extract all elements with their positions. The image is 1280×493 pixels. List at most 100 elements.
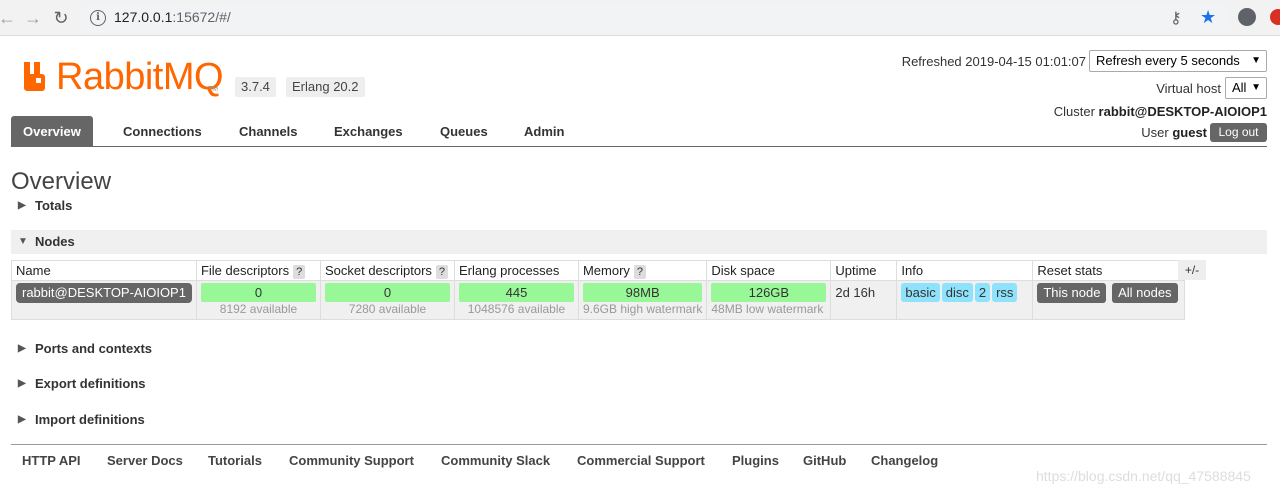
disk-bar: 126GB [711,283,827,302]
col-erlang-processes: Erlang processes [453,260,579,281]
url-path: :15672/#/ [172,9,231,25]
refresh-interval-value: Refresh every 5 seconds [1096,53,1240,68]
footer-link-community-support[interactable]: Community Support [289,453,414,468]
section-nodes-label: Nodes [35,234,75,249]
reset-this-node-button[interactable]: This node [1037,283,1107,303]
tab-connections[interactable]: Connections [111,116,214,147]
fd-cell: 0 8192 available [195,280,321,320]
section-totals[interactable]: ▶ Totals [11,194,1267,218]
chevron-down-icon: ▼ [1251,82,1261,93]
footer-link-tutorials[interactable]: Tutorials [208,453,262,468]
col-disk-space: Disk space [706,260,832,281]
address-bar[interactable]: i 127.0.0.1:15672/#/ ⚷ ★ [80,4,1230,32]
account-icon[interactable] [1238,8,1256,26]
caret-right-icon: ▶ [18,378,26,389]
site-info-icon[interactable]: i [90,10,106,26]
bookmark-star-icon[interactable]: ★ [1200,7,1216,28]
ep-cell: 445 1048576 available [453,280,579,320]
disk-watermark: 48MB low watermark [711,302,824,316]
page-title: Overview [11,168,112,195]
back-icon[interactable]: ← [0,7,18,29]
section-import[interactable]: ▶ Import definitions [11,408,1267,432]
table-row: rabbit@DESKTOP-AIOIOP1 0 8192 available … [11,280,1185,320]
footer-link-plugins[interactable]: Plugins [732,453,779,468]
col-memory-label: Memory [582,262,630,278]
refreshed-timestamp: Refreshed 2019-04-15 01:01:07 [901,54,1086,69]
tab-admin[interactable]: Admin [512,116,576,147]
chevron-down-icon: ▼ [1251,55,1261,66]
ep-bar: 445 [458,283,574,302]
section-import-label: Import definitions [35,412,145,427]
rabbitmq-logo-icon [24,62,45,91]
col-socket-descriptors: Socket descriptors? [319,260,455,281]
sd-cell: 0 7280 available [319,280,455,320]
footer-link-commercial-support[interactable]: Commercial Support [577,453,705,468]
tab-overview[interactable]: Overview [11,116,93,147]
erlang-version-badge: Erlang 20.2 [286,77,365,97]
memory-cell: 98MB 9.6GB high watermark [577,280,708,320]
caret-down-icon: ▼ [18,236,28,247]
help-button[interactable]: ? [293,264,306,279]
help-button[interactable]: ? [435,264,449,279]
footer-link-http-api[interactable]: HTTP API [22,453,81,468]
section-ports[interactable]: ▶ Ports and contexts [11,337,1267,361]
fd-available: 8192 available [219,302,298,316]
section-export-label: Export definitions [35,376,146,391]
info-badge-basic: basic [901,283,940,302]
help-button[interactable]: ? [633,264,647,279]
nodes-table: Name File descriptors? Socket descriptor… [11,260,1185,320]
caret-right-icon: ▶ [18,414,26,425]
tab-exchanges[interactable]: Exchanges [322,116,415,147]
logo-text: RabbitMQ [56,56,224,98]
node-name-cell: rabbit@DESKTOP-AIOIOP1 [11,280,197,320]
info-badge-disc: disc [941,283,973,302]
col-reset-stats: Reset stats [1032,260,1185,281]
col-name: Name [11,260,197,281]
node-name-link[interactable]: rabbit@DESKTOP-AIOIOP1 [16,283,192,303]
virtual-host-select[interactable]: All ▼ [1225,77,1267,99]
watermark-text: https://blog.csdn.net/qq_47588845 [1036,468,1251,484]
ep-available: 1048576 available [467,302,566,316]
col-socket-descriptors-label: Socket descriptors [324,262,432,278]
section-export[interactable]: ▶ Export definitions [11,372,1267,396]
col-uptime: Uptime [830,260,898,281]
tab-queues[interactable]: Queues [428,116,500,147]
tab-channels[interactable]: Channels [227,116,310,147]
caret-right-icon: ▶ [18,200,26,211]
footer-link-github[interactable]: GitHub [803,453,846,468]
reload-icon[interactable]: ↻ [50,7,72,29]
footer-link-changelog[interactable]: Changelog [871,453,938,468]
col-memory: Memory? [577,260,708,281]
url-host: 127.0.0.1 [114,9,173,25]
col-file-descriptors: File descriptors? [195,260,321,281]
reset-all-nodes-button[interactable]: All nodes [1112,283,1178,303]
forward-icon[interactable]: → [22,7,44,29]
footer: HTTP API Server Docs Tutorials Community… [11,444,1267,468]
uptime-cell: 2d 16h [830,280,898,320]
key-icon[interactable]: ⚷ [1170,8,1182,28]
section-ports-label: Ports and contexts [35,341,153,356]
virtual-host-value: All [1232,80,1247,95]
virtual-host-label: Virtual host [1156,81,1221,96]
caret-right-icon: ▶ [18,343,26,354]
col-info: Info [896,260,1034,281]
info-cell: basic disc 2 rss [896,280,1034,320]
extension-icon[interactable] [1270,9,1280,25]
column-toggle-button[interactable]: +/- [1178,260,1206,280]
memory-bar: 98MB [582,283,703,302]
section-nodes[interactable]: ▼ Nodes [11,230,1267,254]
info-badge-rss: rss [992,283,1018,302]
col-file-descriptors-label: File descriptors [200,262,290,278]
disk-cell: 126GB 48MB low watermark [706,280,832,320]
sd-bar: 0 [324,283,450,302]
browser-toolbar: ← → ↻ i 127.0.0.1:15672/#/ ⚷ ★ [0,0,1280,36]
section-totals-label: Totals [35,198,73,213]
sd-available: 7280 available [348,302,427,316]
footer-link-community-slack[interactable]: Community Slack [441,453,550,468]
footer-link-server-docs[interactable]: Server Docs [107,453,183,468]
fd-bar: 0 [200,283,316,302]
rabbitmq-version-badge: 3.7.4 [235,77,276,97]
table-header-row: Name File descriptors? Socket descriptor… [11,260,1185,281]
refresh-interval-select[interactable]: Refresh every 5 seconds ▼ [1089,50,1267,72]
url-text[interactable]: 127.0.0.1:15672/#/ [114,9,231,25]
